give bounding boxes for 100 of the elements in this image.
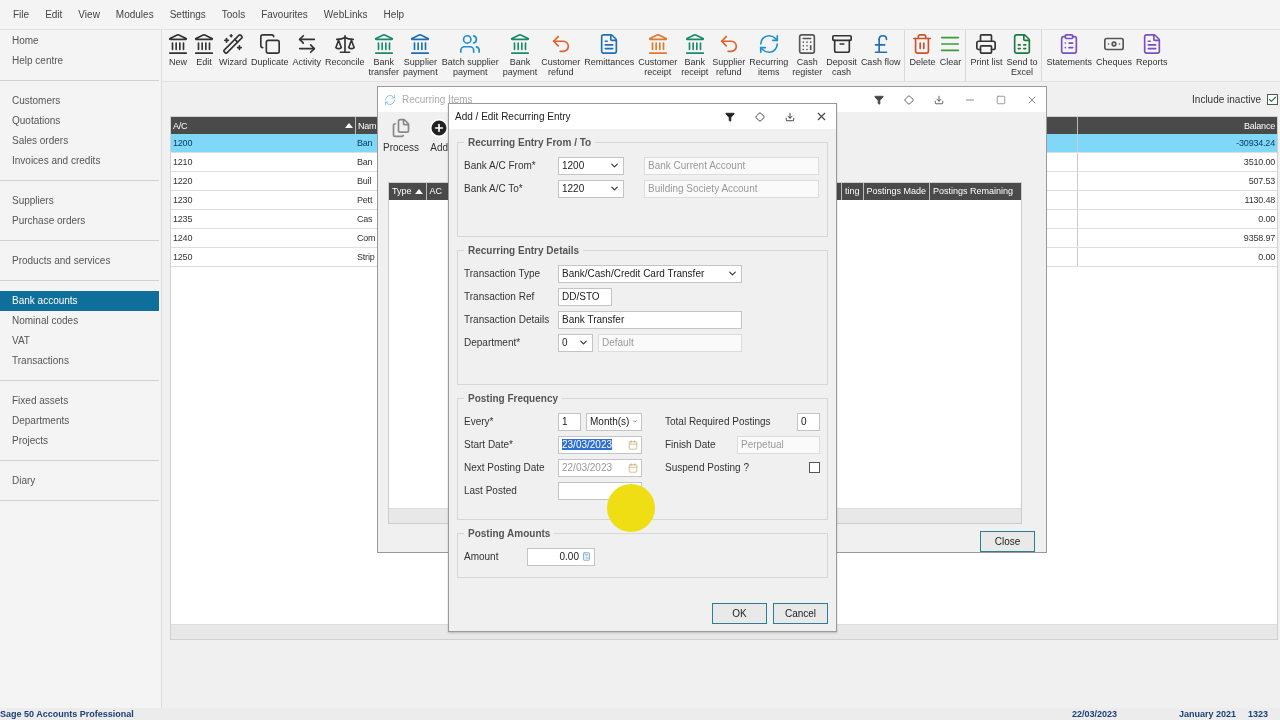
menu-item[interactable]: Tools	[213, 9, 254, 20]
toolbar-button[interactable]: Delete	[907, 30, 938, 67]
toolbar-button[interactable]: Deposit cash	[824, 30, 859, 77]
menu-item[interactable]: File	[5, 9, 38, 20]
dropdown-field[interactable]: 1220	[558, 179, 624, 198]
trash-icon	[911, 33, 934, 55]
toolbar-button[interactable]: Customer receipt	[636, 30, 680, 77]
toolbar-button[interactable]: Cash flow	[858, 30, 903, 67]
sidebar-item[interactable]: Products and services	[0, 251, 159, 271]
refresh-icon	[757, 33, 780, 55]
sidebar-item[interactable]: Suppliers	[0, 191, 159, 211]
sidebar-item[interactable]: Purchase orders	[0, 211, 159, 231]
sidebar-item[interactable]: Help centre	[0, 51, 159, 71]
toolbar-button[interactable]: Supplier refund	[710, 30, 748, 77]
toolbar-button[interactable]: Wizard	[217, 30, 249, 67]
import-icon[interactable]	[934, 94, 944, 105]
description-field: Bank Current Account	[644, 156, 819, 175]
close-icon[interactable]	[815, 110, 828, 123]
calendar-icon[interactable]	[628, 439, 638, 450]
window-icon	[384, 93, 396, 106]
toolbar-button[interactable]: Print list	[968, 30, 1005, 67]
sidebar-item[interactable]: Sales orders	[0, 131, 159, 151]
checkbox[interactable]	[1267, 93, 1278, 105]
filter-icon[interactable]	[725, 111, 735, 122]
date-field[interactable]: 23/03/2023	[558, 435, 642, 454]
toolbar-button[interactable]: Bank transfer	[366, 30, 402, 77]
sidebar-item[interactable]: Departments	[0, 411, 159, 431]
toolbar-button[interactable]: Statements	[1044, 30, 1094, 67]
sidebar-item[interactable]: Nominal codes	[0, 311, 159, 331]
table-cell: -30934.24	[1077, 134, 1277, 152]
sidebar-item[interactable]: Quotations	[0, 111, 159, 131]
text-field[interactable]: Bank Transfer	[558, 310, 742, 329]
menu-item[interactable]: Modules	[107, 9, 162, 20]
table-cell-text: 1220	[172, 175, 194, 188]
toolbar-button[interactable]: Reports	[1134, 30, 1170, 67]
menu-item[interactable]: Settings	[161, 9, 214, 20]
dropdown-field[interactable]: 1200	[558, 156, 624, 175]
toolbar-button[interactable]: Process	[380, 116, 423, 155]
toolbar-button[interactable]: New	[165, 30, 191, 67]
sidebar-item[interactable]: Diary	[0, 471, 159, 491]
calculator-icon[interactable]	[582, 552, 591, 561]
window-title: Add / Edit Recurring Entry	[455, 111, 571, 122]
dropdown-field[interactable]: Bank/Cash/Credit Card Transfer	[558, 264, 742, 283]
menu-item[interactable]: Edit	[37, 9, 71, 20]
menu-item[interactable]: Favourites	[253, 9, 316, 20]
toolbar-button[interactable]: Cash register	[790, 30, 825, 77]
toolbar-button[interactable]: Bank payment	[500, 30, 540, 77]
scales-icon	[333, 33, 356, 55]
diamond-icon[interactable]	[755, 111, 765, 122]
toolbar-button[interactable]: Edit	[191, 30, 217, 67]
table-cell-text: 1240	[172, 232, 194, 245]
close-button[interactable]: Close	[980, 531, 1035, 552]
column-header[interactable]: Postings Remaining	[929, 182, 1017, 200]
toolbar-button[interactable]: Duplicate	[249, 30, 291, 67]
ok-button[interactable]: OK	[712, 603, 767, 624]
toolbar-button[interactable]: Recurring items	[747, 30, 791, 77]
sidebar-item[interactable]: Bank accounts	[0, 291, 159, 311]
toolbar-button[interactable]: Add	[426, 116, 453, 155]
column-header[interactable]: Type	[389, 182, 426, 200]
menu-item[interactable]: View	[70, 9, 108, 20]
toolbar-button[interactable]: Clear	[937, 30, 964, 67]
checkbox[interactable]	[809, 462, 820, 473]
sidebar-item[interactable]: VAT	[0, 331, 159, 351]
diamond-icon[interactable]	[904, 94, 914, 105]
toolbar-button[interactable]: Cheques	[1094, 30, 1134, 67]
filter-icon[interactable]	[874, 94, 884, 105]
toolbar-button[interactable]: Send to Excel	[1004, 30, 1040, 77]
sidebar-item[interactable]: Customers	[0, 91, 159, 111]
sidebar-item[interactable]: Home	[0, 31, 159, 51]
menu-item[interactable]: WebLinks	[315, 9, 376, 20]
toolbar-button[interactable]: Customer refund	[539, 30, 583, 77]
import-icon[interactable]	[785, 111, 795, 122]
amount-field[interactable]: 0.00	[527, 547, 595, 566]
column-header[interactable]: ting	[841, 182, 863, 200]
box-icon	[830, 33, 853, 55]
table-cell-text: Com	[356, 232, 377, 245]
number-field[interactable]: 1	[558, 412, 581, 431]
dropdown-field[interactable]: Month(s)	[586, 412, 642, 431]
dropdown-field[interactable]: 0	[558, 333, 593, 352]
column-header[interactable]: Postings Made	[862, 182, 930, 200]
toolbar-button[interactable]: Batch supplier payment	[439, 30, 501, 77]
cancel-button[interactable]: Cancel	[773, 603, 828, 624]
table-cell-text: 1250	[172, 251, 194, 264]
toolbar-button[interactable]: Supplier payment	[401, 30, 440, 77]
number-field[interactable]: 0	[797, 412, 820, 431]
chevron-down-icon	[727, 268, 738, 279]
column-header[interactable]: A/C	[171, 117, 355, 134]
toolbar-button[interactable]: Reconcile	[323, 30, 367, 67]
toolbar-button[interactable]: Bank receipt	[679, 30, 711, 77]
maximize-icon[interactable]	[996, 94, 1006, 105]
text-field[interactable]: DD/STO	[558, 287, 612, 306]
menu-item[interactable]: Help	[375, 9, 413, 20]
table-cell-text: 1230	[172, 194, 194, 207]
sidebar-item[interactable]: Transactions	[0, 351, 159, 371]
sidebar-item[interactable]: Fixed assets	[0, 391, 159, 411]
sidebar-item[interactable]: Invoices and credits	[0, 151, 159, 171]
toolbar-button[interactable]: Remittances	[582, 30, 637, 67]
column-header[interactable]: AC	[425, 182, 446, 200]
toolbar-button[interactable]: Activity	[290, 30, 324, 67]
sidebar-item[interactable]: Projects	[0, 431, 159, 451]
